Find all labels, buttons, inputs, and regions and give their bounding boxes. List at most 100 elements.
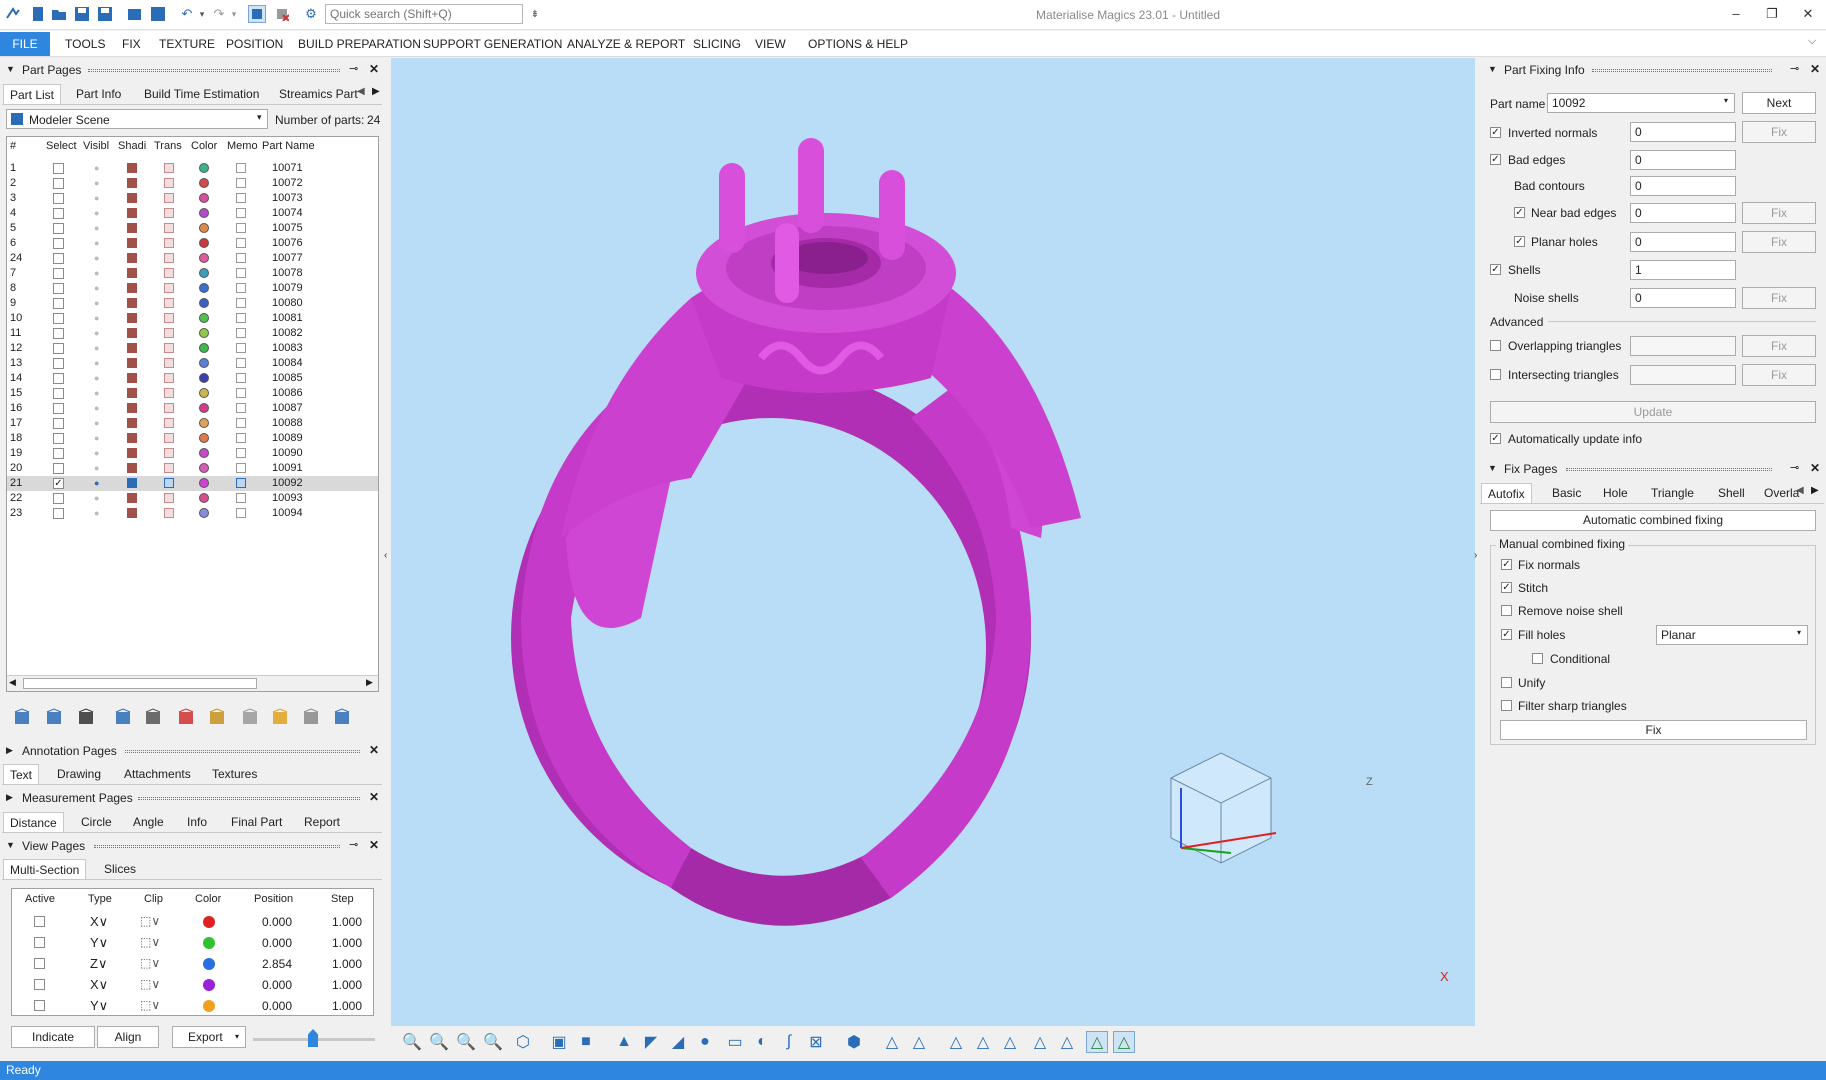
visibility-eye-icon[interactable]: ● [94, 283, 99, 293]
part-name-select[interactable]: 10092 ▾ [1547, 93, 1735, 113]
part-color-swatch[interactable] [199, 298, 209, 308]
clip-box-icon[interactable]: ⬚∨ [140, 977, 160, 991]
fix-intersecting-button[interactable]: Fix [1742, 364, 1816, 386]
part-color-swatch[interactable] [199, 358, 209, 368]
step-value[interactable]: 1.000 [332, 936, 362, 950]
table-row[interactable]: 12 ● 10083 [7, 341, 378, 356]
part-color-swatch[interactable] [199, 403, 209, 413]
transparency-icon[interactable] [164, 433, 174, 443]
select-checkbox[interactable] [53, 238, 64, 249]
shrink-mark-icon[interactable]: △ [1029, 1031, 1051, 1053]
close-button[interactable]: ✕ [1793, 3, 1823, 25]
clip-box-icon[interactable]: ⬚∨ [140, 935, 160, 949]
select-checkbox[interactable] [53, 193, 64, 204]
transparency-icon[interactable] [164, 163, 174, 173]
select-checkbox[interactable] [53, 163, 64, 174]
update-button[interactable]: Update [1490, 401, 1816, 423]
tab-drawing[interactable]: Drawing [51, 764, 107, 784]
select-checkbox[interactable] [53, 403, 64, 414]
memo-icon[interactable] [236, 178, 246, 188]
automatic-combined-fixing-button[interactable]: Automatic combined fixing [1490, 510, 1816, 531]
unmark-all-icon[interactable]: △ [945, 1031, 967, 1053]
scroll-left-icon[interactable]: ◀ [9, 677, 16, 688]
shading-icon[interactable] [127, 433, 137, 443]
col-color[interactable]: Color [191, 140, 223, 152]
tab-attachments[interactable]: Attachments [118, 764, 197, 784]
menu-view[interactable]: VIEW [755, 37, 786, 51]
part-color-swatch[interactable] [199, 313, 209, 323]
shading-icon[interactable] [127, 223, 137, 233]
part-color-swatch[interactable] [199, 253, 209, 263]
memo-icon[interactable] [236, 298, 246, 308]
unify-checkbox[interactable] [1501, 677, 1512, 688]
shells-checkbox[interactable]: ✓ [1490, 264, 1501, 275]
fix-pages-header[interactable]: ▼ Fix Pages ⊸ ✕ [1482, 459, 1826, 479]
part-color-swatch[interactable] [199, 448, 209, 458]
table-row[interactable]: 24 ● 10077 [7, 251, 378, 266]
close-panel-icon[interactable]: ✕ [1810, 62, 1820, 76]
mark-surface-icon[interactable]: ◢ [667, 1031, 689, 1053]
visibility-eye-icon[interactable]: ● [94, 403, 99, 413]
visibility-eye-icon[interactable]: ● [94, 493, 99, 503]
clip-box-icon[interactable]: ⬚∨ [140, 956, 160, 970]
position-value[interactable]: 0.000 [262, 999, 292, 1013]
memo-icon[interactable] [236, 313, 246, 323]
axis-type-select[interactable]: Y∨ [90, 998, 108, 1014]
table-row[interactable]: 2 ● 10072 [7, 176, 378, 191]
select-checkbox[interactable] [53, 268, 64, 279]
scroll-right-icon[interactable]: ▶ [366, 677, 373, 688]
select-checkbox[interactable] [53, 493, 64, 504]
close-panel-icon[interactable]: ✕ [369, 743, 379, 757]
memo-icon[interactable] [236, 283, 246, 293]
visibility-eye-icon[interactable]: ● [94, 373, 99, 383]
shading-icon[interactable] [127, 328, 137, 338]
shading-icon[interactable] [127, 313, 137, 323]
transparency-icon[interactable] [164, 388, 174, 398]
mark-plane-icon[interactable]: ◤ [640, 1031, 662, 1053]
axis-type-select[interactable]: X∨ [90, 914, 108, 930]
section-row[interactable]: Y∨ ⬚∨ 0.000 1.000 [12, 933, 373, 954]
col-transparency[interactable]: Trans [154, 140, 186, 152]
visibility-eye-icon[interactable]: ● [94, 298, 99, 308]
intersecting-triangles-checkbox[interactable] [1490, 369, 1501, 380]
fix-near-bad-edges-button[interactable]: Fix [1742, 202, 1816, 224]
section-color-swatch[interactable] [203, 979, 215, 991]
active-checkbox[interactable] [34, 937, 45, 948]
menu-texture[interactable]: TEXTURE [159, 37, 215, 51]
ribbon-expand-icon[interactable]: ⌵ [1808, 35, 1816, 48]
minimize-button[interactable]: – [1721, 3, 1751, 25]
scrollbar-thumb[interactable] [23, 678, 257, 689]
tab-scroll-left-icon[interactable]: ◀ [1796, 485, 1804, 496]
part-color-swatch[interactable] [199, 328, 209, 338]
section-row[interactable]: X∨ ⬚∨ 0.000 1.000 [12, 912, 373, 933]
shading-icon[interactable] [127, 418, 137, 428]
visibility-eye-icon[interactable]: ● [94, 208, 99, 218]
position-value[interactable]: 0.000 [262, 978, 292, 992]
select-checkbox[interactable] [53, 253, 64, 264]
col-number[interactable]: # [10, 140, 16, 152]
visibility-eye-icon[interactable]: ● [94, 223, 99, 233]
tab-streamics-part[interactable]: Streamics Part [273, 84, 364, 104]
pin-icon[interactable]: ⊸ [1790, 62, 1799, 75]
memo-icon[interactable] [236, 328, 246, 338]
collapse-arrow-icon[interactable]: ▼ [1488, 463, 1497, 473]
group-icon[interactable] [111, 705, 135, 729]
select-checkbox[interactable] [53, 313, 64, 324]
menu-file[interactable]: FILE [0, 32, 50, 56]
transparency-icon[interactable] [164, 358, 174, 368]
transparency-icon[interactable] [164, 193, 174, 203]
close-panel-icon[interactable]: ✕ [369, 62, 379, 76]
section-row[interactable]: Y∨ ⬚∨ 0.000 1.000 [12, 996, 373, 1017]
fix-noise-shells-button[interactable]: Fix [1742, 287, 1816, 309]
visibility-eye-icon[interactable]: ● [94, 463, 99, 473]
fix-inverted-normals-button[interactable]: Fix [1742, 121, 1816, 143]
shading-icon[interactable] [127, 238, 137, 248]
select-checkbox[interactable] [53, 388, 64, 399]
shading-icon[interactable] [127, 193, 137, 203]
part-color-swatch[interactable] [199, 463, 209, 473]
table-row[interactable]: 17 ● 10088 [7, 416, 378, 431]
select-checkbox[interactable] [53, 223, 64, 234]
table-row[interactable]: 1 ● 10071 [7, 161, 378, 176]
visibility-eye-icon[interactable]: ● [94, 253, 99, 263]
select-checkbox[interactable]: ✓ [53, 478, 64, 489]
